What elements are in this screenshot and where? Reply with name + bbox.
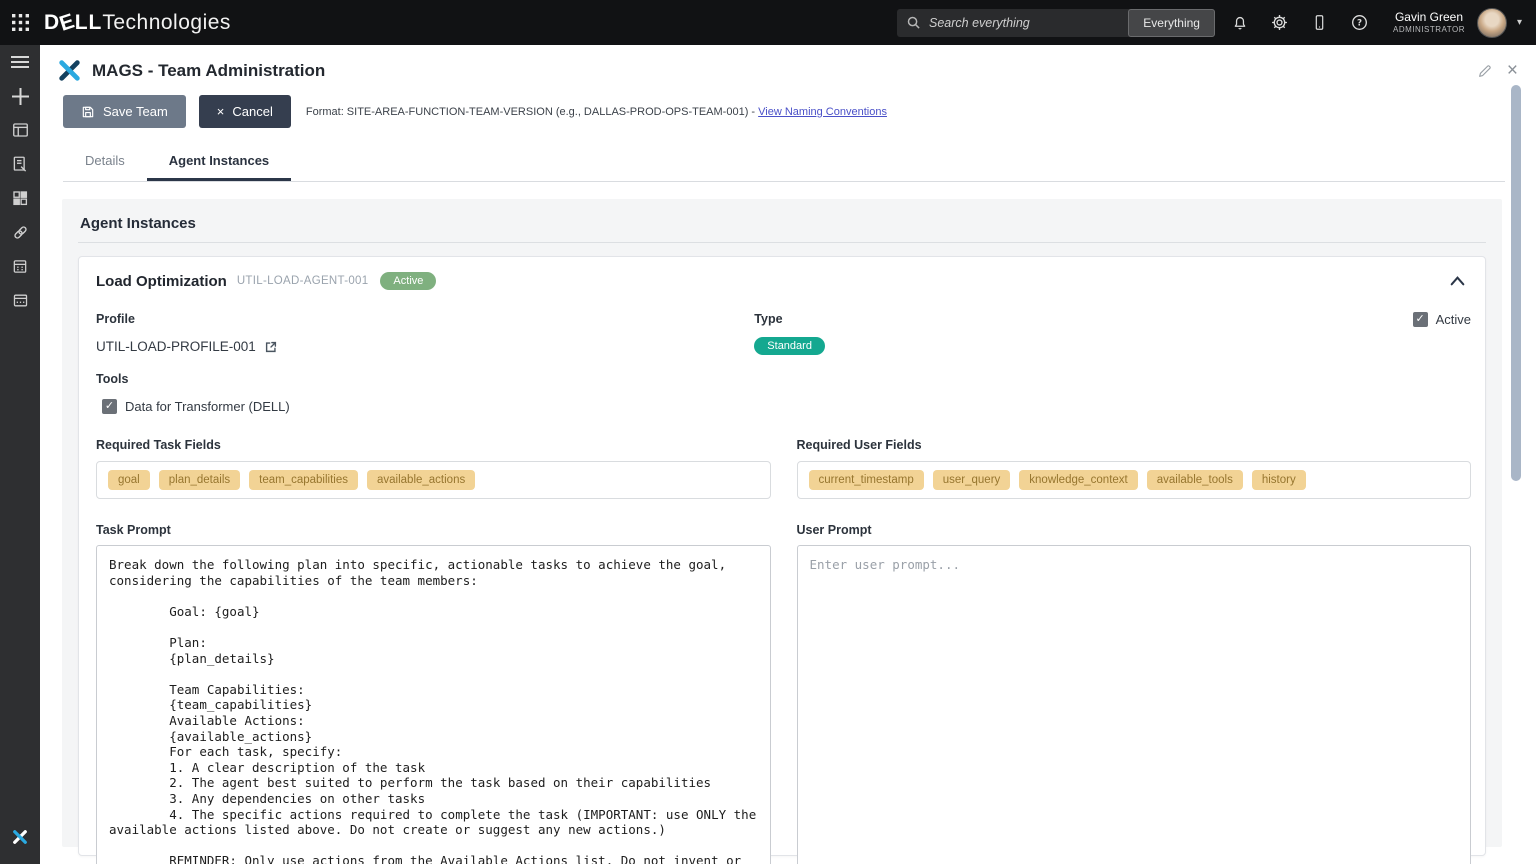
user-info[interactable]: Gavin Green ADMINISTRATOR xyxy=(1393,11,1465,34)
top-bar: DELLTechnologies Everything xyxy=(0,0,1536,45)
user-prompt-textarea[interactable] xyxy=(797,545,1472,864)
task-prompt-label: Task Prompt xyxy=(96,523,771,537)
field-chip: history xyxy=(1252,470,1306,490)
agent-meta-row: Profile UTIL-LOAD-PROFILE-001 T xyxy=(96,312,1471,354)
search-scope-button[interactable]: Everything xyxy=(1128,9,1215,37)
external-link-icon[interactable] xyxy=(264,340,278,354)
settings-gear-icon[interactable] xyxy=(1265,8,1295,38)
task-prompt-block: Task Prompt xyxy=(96,523,771,864)
tool-checkbox-label: Data for Transformer (DELL) xyxy=(125,399,290,414)
required-task-fields-block: Required Task Fields goal plan_details tea… xyxy=(96,438,771,499)
active-toggle-row: ✓ Active xyxy=(1413,312,1471,327)
format-text: Format: SITE-AREA-FUNCTION-TEAM-VERSION … xyxy=(306,106,758,118)
link-chain-icon[interactable] xyxy=(0,215,40,249)
help-icon[interactable]: ? xyxy=(1345,8,1375,38)
type-block: Type Standard xyxy=(754,312,1398,354)
form-document-icon[interactable] xyxy=(0,147,40,181)
profile-value: UTIL-LOAD-PROFILE-001 xyxy=(96,339,256,354)
required-user-fields-label: Required User Fields xyxy=(797,438,1472,452)
page-header: MAGS - Team Administration × xyxy=(40,45,1536,83)
field-chip: plan_details xyxy=(159,470,240,490)
field-chip: available_tools xyxy=(1147,470,1243,490)
user-prompt-block: User Prompt xyxy=(797,523,1472,864)
app-grid-icon[interactable] xyxy=(0,0,40,45)
global-search: Everything xyxy=(897,9,1215,37)
user-role: ADMINISTRATOR xyxy=(1393,25,1465,34)
svg-text:?: ? xyxy=(1357,19,1362,29)
field-chip: available_actions xyxy=(367,470,475,490)
mobile-device-icon[interactable] xyxy=(1305,8,1335,38)
agent-name: Load Optimization xyxy=(96,273,227,290)
tab-agent-instances[interactable]: Agent Instances xyxy=(147,144,291,181)
page-scrollbar[interactable] xyxy=(1511,85,1521,481)
page-title: MAGS - Team Administration xyxy=(92,61,325,81)
section-title: Agent Instances xyxy=(78,213,1486,243)
field-chip: current_timestamp xyxy=(809,470,924,490)
tab-details[interactable]: Details xyxy=(63,144,147,181)
task-fields-container: goal plan_details team_capabilities availab… xyxy=(96,461,771,499)
required-user-fields-block: Required User Fields current_timestamp us… xyxy=(797,438,1472,499)
cancel-x-icon: × xyxy=(217,105,225,118)
collapse-chevron-up-icon[interactable] xyxy=(1444,274,1471,288)
window-panel-icon[interactable] xyxy=(0,113,40,147)
dell-technologies-logo: DELLTechnologies xyxy=(44,11,231,35)
view-naming-conventions-link[interactable]: View Naming Conventions xyxy=(758,106,887,118)
user-prompt-label: User Prompt xyxy=(797,523,1472,537)
agent-status-badge: Active xyxy=(380,272,436,290)
agent-instances-section: Agent Instances Load Optimization UTIL-L… xyxy=(62,199,1502,847)
active-checkbox-label: Active xyxy=(1436,312,1471,327)
save-team-button[interactable]: Save Team xyxy=(63,95,186,128)
brand-suffix: Technologies xyxy=(102,11,231,35)
type-badge: Standard xyxy=(754,337,825,355)
cancel-label: Cancel xyxy=(232,104,272,119)
edit-pencil-icon[interactable] xyxy=(1477,63,1493,79)
field-chip: user_query xyxy=(933,470,1011,490)
save-floppy-icon xyxy=(81,105,95,119)
tools-label: Tools xyxy=(96,372,1471,386)
field-chip: knowledge_context xyxy=(1019,470,1137,490)
field-chip: goal xyxy=(108,470,150,490)
tab-bar: Details Agent Instances xyxy=(63,144,1505,182)
notifications-bell-icon[interactable] xyxy=(1225,8,1255,38)
brand-text-ll: LL xyxy=(75,11,103,35)
topbar-right-cluster: Everything ? xyxy=(897,8,1536,38)
cancel-button[interactable]: × Cancel xyxy=(199,95,291,128)
user-menu-caret-icon[interactable]: ▾ xyxy=(1517,17,1522,28)
save-team-label: Save Team xyxy=(103,104,168,119)
tools-block: Tools ✓ Data for Transformer (DELL) xyxy=(96,372,1471,414)
side-nav xyxy=(0,45,40,864)
search-icon xyxy=(906,15,921,30)
search-input[interactable] xyxy=(921,16,1128,30)
mags-logo-icon xyxy=(57,58,82,83)
user-avatar[interactable] xyxy=(1477,8,1507,38)
prompts-row: Task Prompt User Prompt xyxy=(96,523,1471,864)
add-new-plus-icon[interactable] xyxy=(0,79,40,113)
agent-card-header: Load Optimization UTIL-LOAD-AGENT-001 Ac… xyxy=(96,272,1471,290)
tool-checkbox[interactable]: ✓ xyxy=(102,399,117,414)
profile-block: Profile UTIL-LOAD-PROFILE-001 xyxy=(96,312,740,354)
table-window-icon[interactable] xyxy=(0,283,40,317)
type-label: Type xyxy=(754,312,1398,326)
task-prompt-textarea[interactable] xyxy=(96,545,771,864)
agent-code: UTIL-LOAD-AGENT-001 xyxy=(237,275,369,287)
active-checkbox[interactable]: ✓ xyxy=(1413,312,1428,327)
main-content: MAGS - Team Administration × Save Team × xyxy=(40,45,1536,864)
required-task-fields-label: Required Task Fields xyxy=(96,438,771,452)
mags-x-logo[interactable] xyxy=(0,820,40,854)
user-fields-container: current_timestamp user_query knowledge_con… xyxy=(797,461,1472,499)
user-name: Gavin Green xyxy=(1393,11,1465,25)
apps-tiles-icon[interactable] xyxy=(0,181,40,215)
field-chip: team_capabilities xyxy=(249,470,358,490)
close-icon[interactable]: × xyxy=(1507,61,1518,80)
agent-instance-card: Load Optimization UTIL-LOAD-AGENT-001 Ac… xyxy=(78,256,1486,856)
required-fields-row: Required Task Fields goal plan_details tea… xyxy=(96,438,1471,499)
action-toolbar: Save Team × Cancel Format: SITE-AREA-FUN… xyxy=(40,83,1536,128)
menu-hamburger-icon[interactable] xyxy=(0,45,40,79)
calculator-icon[interactable] xyxy=(0,249,40,283)
profile-label: Profile xyxy=(96,312,740,326)
naming-format-hint: Format: SITE-AREA-FUNCTION-TEAM-VERSION … xyxy=(306,106,887,118)
